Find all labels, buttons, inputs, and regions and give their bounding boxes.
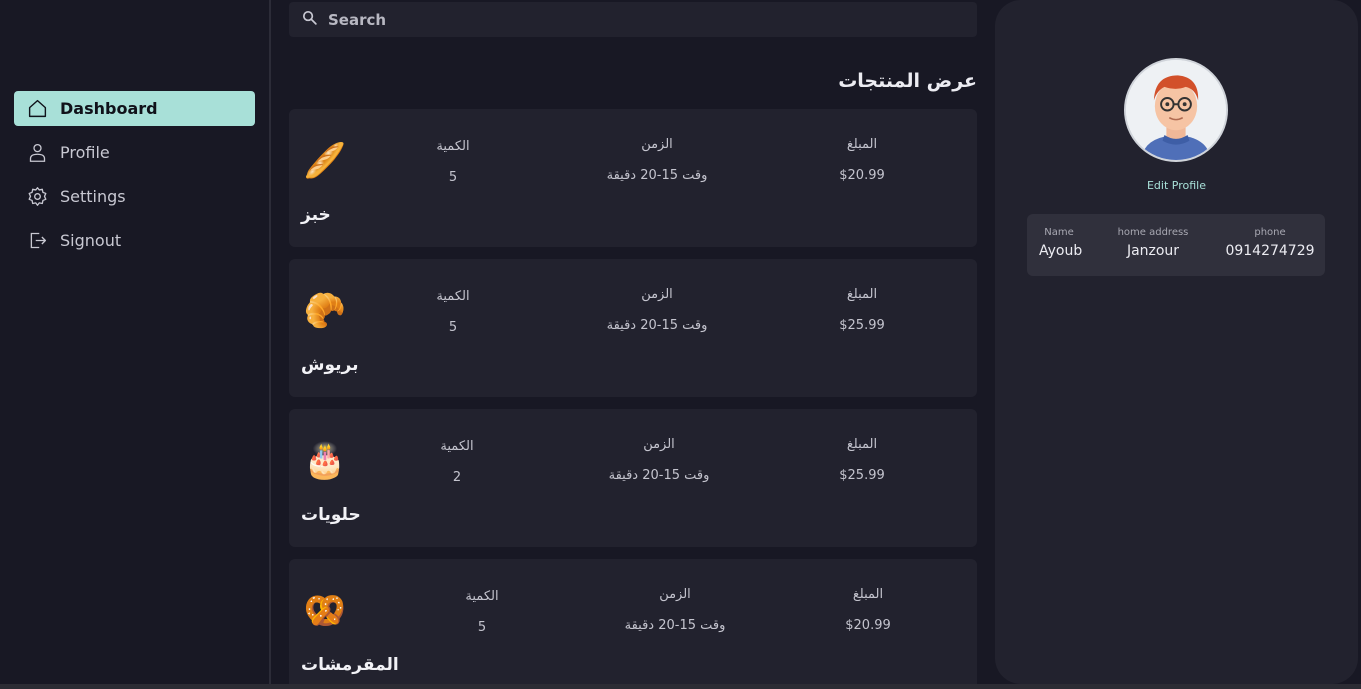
logout-icon [26, 230, 48, 252]
field-value: 0914274729 [1225, 243, 1315, 259]
sidebar-item-label: Settings [60, 187, 126, 206]
time-label: الزمن [641, 287, 673, 302]
product-name: المقرمشات [301, 655, 399, 675]
quantity-column: الكمية 5 [383, 289, 523, 335]
price-label: المبلغ [846, 437, 878, 452]
product-card[interactable]: 🥖 خبز الكمية 5 الزمن وقت 15-20 دقيقة الم… [289, 109, 977, 247]
quantity-value: 2 [452, 470, 462, 485]
quantity-label: الكمية [465, 589, 499, 604]
sidebar-item-settings[interactable]: Settings [14, 179, 255, 214]
quantity-column: الكمية 5 [412, 589, 552, 635]
time-column: الزمن وقت 15-20 دقيقة [587, 287, 727, 333]
price-label: المبلغ [846, 137, 878, 152]
price-label: المبلغ [846, 287, 878, 302]
window-bottom-edge [0, 684, 1361, 689]
sidebar-item-signout[interactable]: Signout [14, 223, 255, 258]
field-label: home address [1117, 227, 1189, 238]
price-value: $25.99 [839, 468, 885, 483]
price-column: المبلغ $20.99 [792, 137, 932, 183]
price-column: المبلغ $25.99 [792, 437, 932, 483]
sidebar-item-dashboard[interactable]: Dashboard [14, 91, 255, 126]
product-card[interactable]: 🥐 بريوش الكمية 5 الزمن وقت 15-20 دقيقة ا… [289, 259, 977, 397]
price-value: $20.99 [839, 168, 885, 183]
cake-icon: 🎂 [303, 441, 347, 481]
field-value: Janzour [1126, 243, 1180, 259]
price-column: المبلغ $20.99 [798, 587, 938, 633]
time-value: وقت 15-20 دقيقة [624, 618, 726, 633]
profile-info: Name Ayoub home address Janzour phone 09… [1027, 214, 1325, 276]
time-value: وقت 15-20 دقيقة [608, 468, 710, 483]
field-value: Ayoub [1039, 243, 1083, 259]
time-label: الزمن [643, 437, 675, 452]
product-name: بريوش [301, 355, 359, 375]
time-column: الزمن وقت 15-20 دقيقة [589, 437, 729, 483]
sidebar-item-label: Profile [60, 143, 110, 162]
profile-panel: Edit Profile Name Ayoub home address Jan… [995, 0, 1358, 684]
bread-icon: 🥖 [303, 141, 347, 181]
profile-field-address: home address Janzour [1111, 227, 1195, 259]
quantity-label: الكمية [436, 289, 470, 304]
product-card[interactable]: 🥨 المقرمشات الكمية 5 الزمن وقت 15-20 دقي… [289, 559, 977, 684]
time-label: الزمن [641, 137, 673, 152]
time-column: الزمن وقت 15-20 دقيقة [587, 137, 727, 183]
field-label: phone [1254, 227, 1286, 238]
search-icon [301, 9, 328, 30]
sidebar-item-profile[interactable]: Profile [14, 135, 255, 170]
search-bar [289, 2, 977, 37]
pretzel-icon: 🥨 [303, 591, 347, 631]
sidebar: Dashboard Profile Settings Signout [0, 0, 271, 684]
product-name: حلويات [301, 505, 361, 525]
quantity-value: 5 [448, 320, 458, 335]
gear-icon [26, 186, 48, 208]
quantity-column: الكمية 5 [383, 139, 523, 185]
quantity-column: الكمية 2 [387, 439, 527, 485]
field-label: Name [1044, 227, 1074, 238]
quantity-value: 5 [448, 170, 458, 185]
time-value: وقت 15-20 دقيقة [606, 318, 708, 333]
search-input[interactable] [328, 10, 928, 29]
profile-field-name: Name Ayoub [1039, 227, 1083, 259]
croissant-icon: 🥐 [303, 291, 347, 331]
quantity-label: الكمية [440, 439, 474, 454]
product-list: 🥖 خبز الكمية 5 الزمن وقت 15-20 دقيقة الم… [289, 109, 977, 684]
price-value: $25.99 [839, 318, 885, 333]
edit-profile-link[interactable]: Edit Profile [995, 179, 1358, 192]
time-label: الزمن [659, 587, 691, 602]
profile-field-phone: phone 0914274729 [1223, 227, 1317, 259]
user-icon [26, 142, 48, 164]
price-label: المبلغ [852, 587, 884, 602]
quantity-value: 5 [477, 620, 487, 635]
quantity-label: الكمية [436, 139, 470, 154]
time-column: الزمن وقت 15-20 دقيقة [605, 587, 745, 633]
time-value: وقت 15-20 دقيقة [606, 168, 708, 183]
product-name: خبز [301, 205, 331, 225]
sidebar-item-label: Signout [60, 231, 122, 250]
product-card[interactable]: 🎂 حلويات الكمية 2 الزمن وقت 15-20 دقيقة … [289, 409, 977, 547]
avatar [1124, 58, 1228, 162]
sidebar-item-label: Dashboard [60, 99, 158, 118]
sidebar-nav: Dashboard Profile Settings Signout [14, 91, 255, 267]
page-title: عرض المنتجات [838, 70, 977, 92]
price-value: $20.99 [845, 618, 891, 633]
price-column: المبلغ $25.99 [792, 287, 932, 333]
home-icon [26, 98, 48, 120]
main-content: عرض المنتجات 🥖 خبز الكمية 5 الزمن وقت 15… [289, 0, 977, 684]
